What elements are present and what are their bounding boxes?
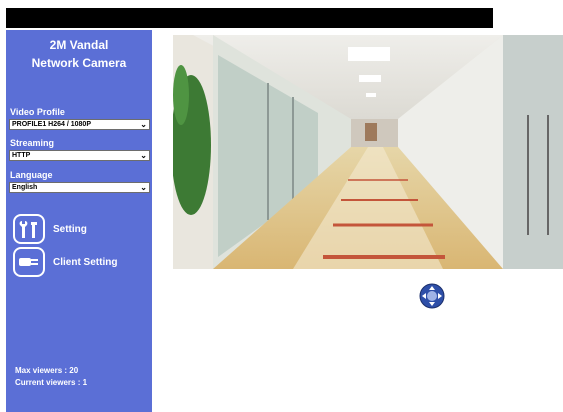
chevron-down-icon: ⌄ xyxy=(140,120,147,129)
hallway-image xyxy=(173,35,563,269)
streaming-select[interactable]: HTTP ⌄ xyxy=(9,150,150,161)
plug-icon xyxy=(13,247,45,277)
chevron-down-icon: ⌄ xyxy=(140,183,147,192)
video-profile-value: PROFILE1 H264 / 1080P xyxy=(12,121,91,128)
setting-button[interactable]: Setting xyxy=(13,212,148,246)
ptz-control-icon[interactable] xyxy=(419,283,445,309)
camera-video-feed[interactable] xyxy=(173,35,563,269)
language-value: English xyxy=(12,184,38,191)
chevron-down-icon: ⌄ xyxy=(140,151,147,160)
sidebar: 2M Vandal Network Camera Video Profile P… xyxy=(6,30,152,412)
language-label: Language xyxy=(10,170,53,180)
title-bar xyxy=(6,8,493,28)
video-profile-label: Video Profile xyxy=(10,107,65,117)
max-viewers: Max viewers : 20 xyxy=(15,366,79,375)
brand-line2: Network Camera xyxy=(31,56,127,70)
video-profile-select[interactable]: PROFILE1 H264 / 1080P ⌄ xyxy=(9,119,150,130)
streaming-label: Streaming xyxy=(10,138,55,148)
streaming-value: HTTP xyxy=(12,152,31,159)
tools-icon xyxy=(13,214,45,244)
client-setting-button[interactable]: Client Setting xyxy=(13,245,148,279)
language-select[interactable]: English ⌄ xyxy=(9,182,150,193)
setting-label: Setting xyxy=(53,223,87,235)
brand-line1: 2M Vandal xyxy=(49,38,109,52)
brand: 2M Vandal Network Camera xyxy=(6,36,152,72)
current-viewers: Current viewers : 1 xyxy=(15,378,88,387)
client-setting-label: Client Setting xyxy=(53,256,118,268)
